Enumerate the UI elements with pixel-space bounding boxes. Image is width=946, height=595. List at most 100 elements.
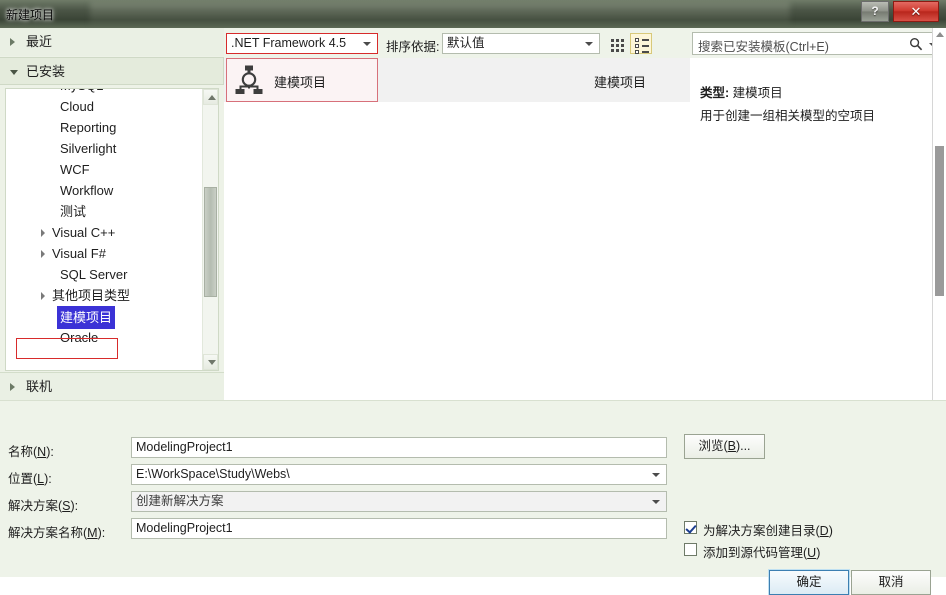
tree-item-label: 建模项目	[57, 306, 116, 329]
scroll-up-arrow-icon[interactable]	[936, 32, 944, 37]
template-name: 建模项目	[274, 75, 327, 90]
tree-header-recent-label: 最近	[26, 34, 53, 49]
tree-item-test[interactable]: 测试	[6, 201, 203, 222]
chevron-right-icon	[10, 38, 15, 46]
chevron-right-icon	[10, 383, 15, 391]
source-control-label: 添加到源代码管理(U)	[703, 546, 821, 560]
template-list[interactable]: 建模项目 建模项目	[224, 58, 690, 400]
tree-item-wcf[interactable]: WCF	[6, 159, 203, 180]
tree-item-label: WCF	[60, 162, 90, 177]
chevron-down-icon	[10, 70, 18, 75]
window-title: 新建项目	[6, 8, 55, 22]
tree-item-label: SQL Server	[60, 267, 128, 282]
solution-name-field-label: 解决方案名称(M):	[8, 526, 106, 540]
template-description-text: 用于创建一组相关模型的空项目	[700, 109, 876, 123]
chevron-down-icon	[363, 42, 371, 46]
details-panel: 搜索已安装模板(Ctrl+E) 类型: 建模项目 用于创建一组相关模型的空项目	[690, 28, 946, 400]
tree-item-workflow[interactable]: Workflow	[6, 180, 203, 201]
tree-header-recent[interactable]: 最近	[0, 28, 224, 56]
new-project-dialog: 新建项目 ? ✕ 最近 已安装 MySQL Cloud Reporting Si…	[0, 0, 946, 595]
project-name-input[interactable]: ModelingProject1	[131, 437, 667, 458]
tree-header-online-label: 联机	[26, 379, 53, 394]
help-button[interactable]: ?	[861, 1, 889, 22]
solution-field-label: 解决方案(S):	[8, 499, 79, 513]
template-type-value: 建模项目	[732, 86, 783, 100]
tree-scrollbar-thumb[interactable]	[204, 187, 217, 297]
dialog-scrollbar-thumb[interactable]	[935, 146, 944, 296]
search-icon	[909, 37, 923, 51]
tree-item-label: 其他项目类型	[52, 288, 131, 303]
chevron-down-icon[interactable]	[652, 500, 660, 504]
templates-tree-panel: 最近 已安装 MySQL Cloud Reporting Silverlight…	[0, 28, 224, 400]
tree-item-label: Visual C++	[52, 225, 116, 240]
tree-header-installed-label: 已安装	[26, 64, 66, 79]
scroll-up-arrow-icon[interactable]	[203, 89, 218, 105]
installed-templates-tree[interactable]: MySQL Cloud Reporting Silverlight WCF Wo…	[5, 88, 219, 371]
tree-header-installed[interactable]: 已安装	[0, 57, 224, 85]
ok-button[interactable]: 确定	[769, 570, 849, 595]
tree-item-oracle[interactable]: Oracle	[6, 327, 203, 348]
search-input-text: 搜索已安装模板(Ctrl+E)	[698, 40, 829, 54]
name-field-label: 名称(N):	[8, 445, 54, 459]
tree-item-sql-server[interactable]: SQL Server	[6, 264, 203, 285]
checkbox-unchecked-icon	[684, 543, 697, 556]
template-type-label: 类型:	[700, 86, 730, 100]
tree-item-modeling-projects[interactable]: 建模项目	[6, 306, 203, 329]
framework-version-dropdown[interactable]: .NET Framework 4.5	[226, 33, 378, 54]
template-type-line: 类型: 建模项目	[700, 82, 783, 101]
chevron-right-icon	[41, 292, 45, 300]
chevron-right-icon	[41, 229, 45, 237]
framework-version-value: .NET Framework 4.5	[231, 36, 347, 50]
create-directory-label: 为解决方案创建目录(D)	[703, 524, 833, 538]
close-button[interactable]: ✕	[893, 1, 939, 22]
dialog-body: 最近 已安装 MySQL Cloud Reporting Silverlight…	[0, 28, 946, 595]
tree-item-label: Workflow	[60, 183, 114, 198]
title-bar: 新建项目 ? ✕	[0, 0, 946, 28]
tree-item-visual-cpp[interactable]: Visual C++	[6, 222, 203, 243]
sort-by-dropdown[interactable]: 默认值	[442, 33, 600, 54]
search-input[interactable]: 搜索已安装模板(Ctrl+E)	[692, 32, 944, 55]
template-category: 建模项目	[594, 75, 647, 90]
sort-by-value: 默认值	[447, 36, 485, 50]
tree-item-label: Visual F#	[52, 246, 106, 261]
sort-by-label: 排序依据:	[386, 40, 440, 54]
scroll-down-arrow-icon[interactable]	[203, 354, 218, 370]
modeling-project-icon	[235, 65, 263, 94]
project-location-value: E:\WorkSpace\Study\Webs\	[136, 467, 290, 481]
titlebar-glass	[90, 2, 790, 26]
tree-scrollbar[interactable]	[202, 89, 218, 370]
tree-item-visual-fsharp[interactable]: Visual F#	[6, 243, 203, 264]
tree-item-label: Silverlight	[60, 141, 117, 156]
chevron-down-icon[interactable]	[652, 473, 660, 477]
tree-item-label: Reporting	[60, 120, 117, 135]
browse-button[interactable]: 浏览(B)...	[684, 434, 765, 459]
dialog-scrollbar[interactable]	[932, 28, 946, 400]
solution-dropdown[interactable]: 创建新解决方案	[131, 491, 667, 512]
tree-item-silverlight[interactable]: Silverlight	[6, 138, 203, 159]
project-settings-form: 名称(N): ModelingProject1 位置(L): E:\WorkSp…	[0, 400, 946, 577]
cancel-button[interactable]: 取消	[851, 570, 931, 595]
tree-item-cloud[interactable]: Cloud	[6, 96, 203, 117]
tree-header-online[interactable]: 联机	[0, 372, 224, 400]
template-list-item[interactable]: 建模项目 建模项目	[224, 58, 690, 102]
small-icons-view-button[interactable]	[630, 33, 652, 54]
tree-item-label: MySQL	[60, 89, 103, 96]
solution-name-input[interactable]: ModelingProject1	[131, 518, 667, 539]
medium-icons-view-button[interactable]	[606, 33, 628, 54]
tree-item-reporting[interactable]: Reporting	[6, 117, 203, 138]
tree-item-mysql[interactable]: MySQL	[6, 89, 203, 96]
solution-value: 创建新解决方案	[136, 494, 224, 508]
template-list-panel: .NET Framework 4.5 排序依据: 默认值 建模项目 建模项目	[224, 28, 690, 400]
template-description-area: 类型: 建模项目 用于创建一组相关模型的空项目	[690, 58, 946, 400]
chevron-down-icon	[585, 42, 593, 46]
tree-items-list: MySQL Cloud Reporting Silverlight WCF Wo…	[6, 89, 203, 348]
chevron-right-icon	[41, 250, 45, 258]
location-field-label: 位置(L):	[8, 472, 52, 486]
project-location-input[interactable]: E:\WorkSpace\Study\Webs\	[131, 464, 667, 485]
checkbox-checked-icon	[684, 521, 697, 534]
tree-item-label: 测试	[60, 204, 87, 219]
tree-item-label: Oracle	[60, 330, 99, 345]
tree-item-label: Cloud	[60, 99, 94, 114]
template-toolbar: .NET Framework 4.5 排序依据: 默认值	[224, 28, 690, 58]
tree-item-other-project-types[interactable]: 其他项目类型	[6, 285, 203, 306]
